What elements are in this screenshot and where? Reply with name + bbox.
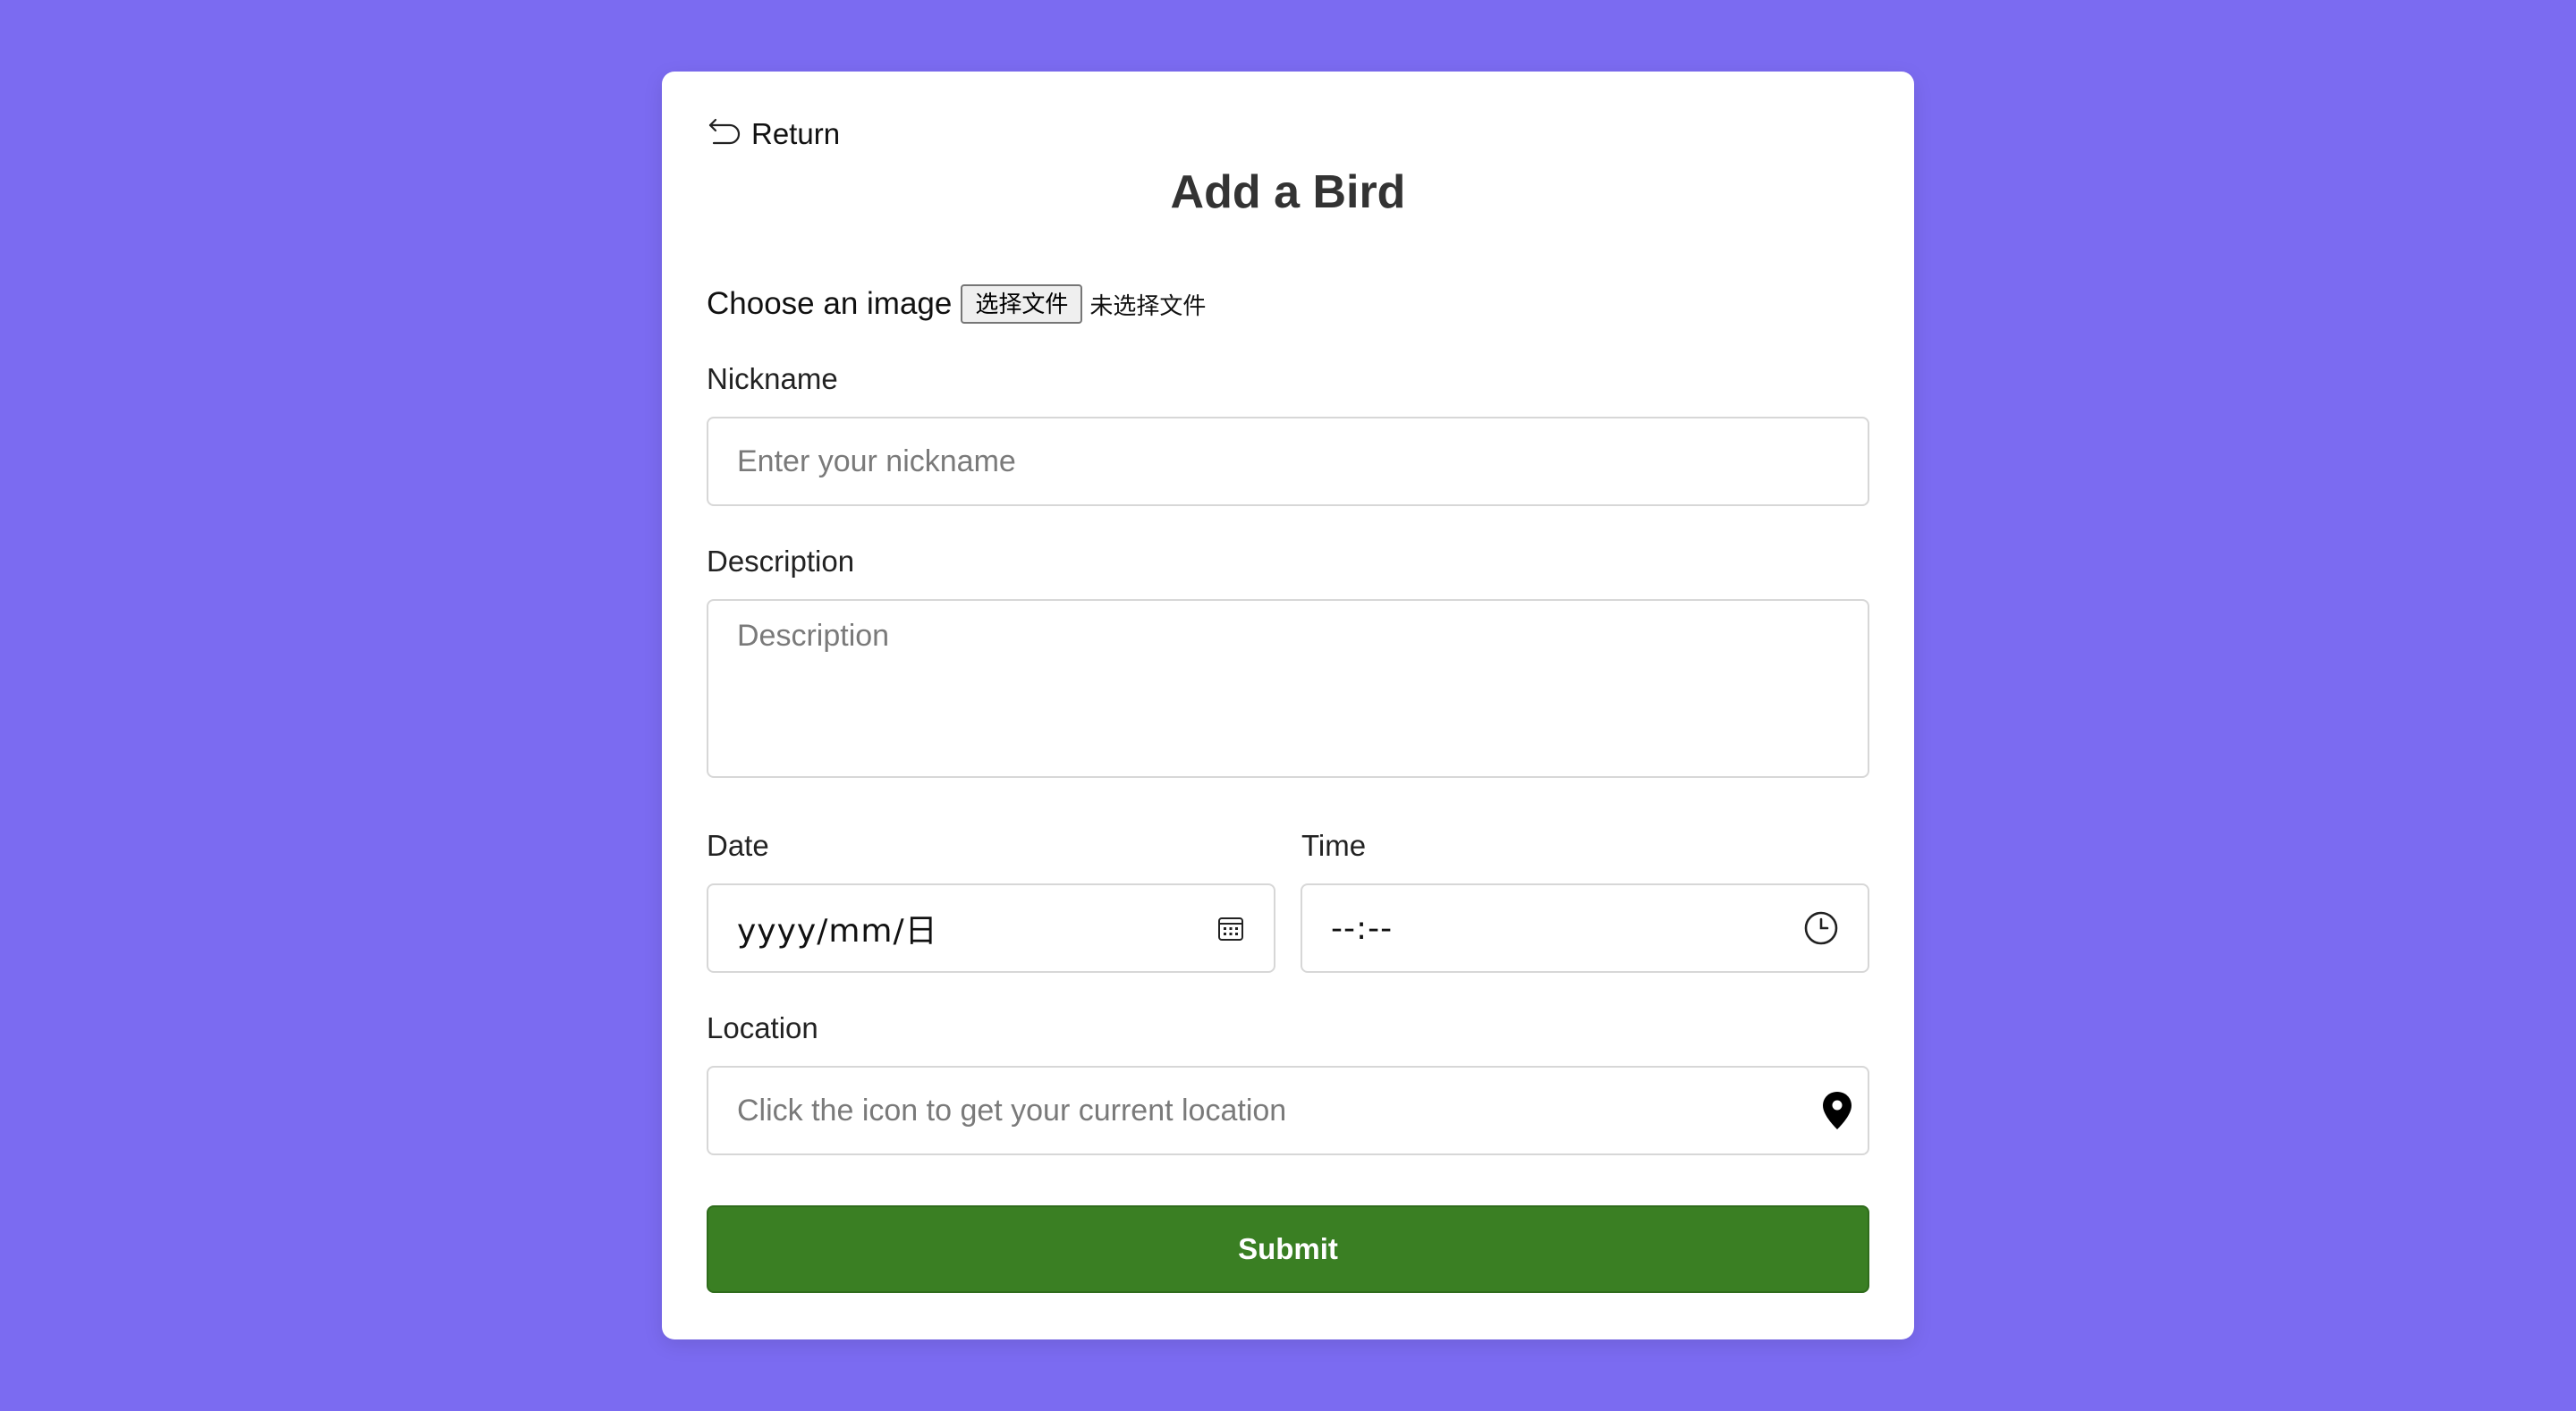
- date-input[interactable]: yyyy/mm/日: [707, 883, 1275, 973]
- time-label: Time: [1301, 829, 1367, 862]
- nickname-label: Nickname: [707, 362, 838, 395]
- time-input[interactable]: --:--: [1301, 883, 1869, 973]
- file-status-text: 未选择文件: [1089, 292, 1207, 320]
- clock-icon[interactable]: [1803, 910, 1839, 946]
- return-label: Return: [751, 117, 841, 150]
- location-label: Location: [707, 1011, 818, 1044]
- choose-file-button[interactable]: 选择文件: [961, 284, 1083, 324]
- description-label: Description: [707, 545, 855, 578]
- image-upload-label: Choose an image: [707, 286, 953, 321]
- return-arrow-icon: [708, 118, 741, 145]
- time-value: --:--: [1331, 909, 1394, 947]
- calendar-icon[interactable]: [1216, 914, 1245, 942]
- page-title: Add a Bird: [1170, 166, 1406, 218]
- return-link[interactable]: Return: [707, 114, 840, 150]
- location-pin-icon[interactable]: [1821, 1091, 1853, 1130]
- location-input[interactable]: [707, 1066, 1869, 1155]
- add-bird-card: Return Add a Bird Choose an image 选择文件 未…: [662, 72, 1914, 1339]
- date-label: Date: [707, 829, 769, 862]
- nickname-input[interactable]: [707, 417, 1869, 506]
- description-textarea[interactable]: [707, 599, 1869, 778]
- image-upload-row: Choose an image 选择文件 未选择文件: [707, 279, 1206, 329]
- submit-button[interactable]: Submit: [707, 1205, 1869, 1293]
- date-value: yyyy/mm/日: [737, 913, 938, 950]
- location-field: [707, 1066, 1869, 1155]
